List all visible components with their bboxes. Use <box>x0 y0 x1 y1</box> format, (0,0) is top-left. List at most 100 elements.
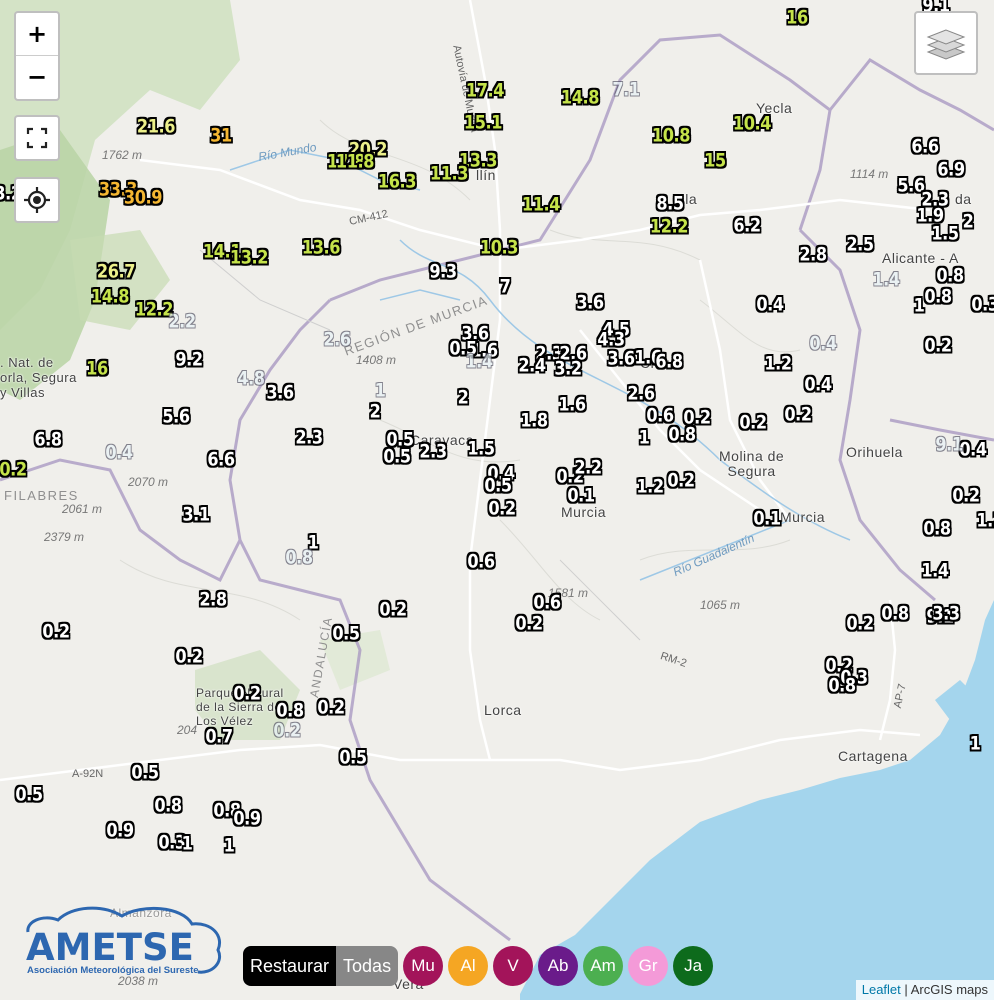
province-gr-button[interactable]: Gr <box>628 946 669 986</box>
zoom-out-button[interactable]: − <box>16 56 58 98</box>
station-value-label[interactable]: 15.1 <box>464 113 503 133</box>
station-value-label[interactable]: 0.8 <box>276 701 304 721</box>
station-value-label[interactable]: 11.4 <box>522 195 561 215</box>
station-value-label[interactable]: 31 <box>210 126 232 146</box>
station-value-label[interactable]: 0.8 <box>923 519 951 539</box>
station-value-label[interactable]: 0.2 <box>784 405 812 425</box>
station-value-label[interactable]: 0.2 <box>924 336 952 356</box>
zoom-in-button[interactable]: + <box>16 13 58 56</box>
station-value-label[interactable]: 10.8 <box>652 126 691 146</box>
station-value-label[interactable]: 2.2 <box>574 458 602 478</box>
station-value-label[interactable]: 2.3 <box>295 428 323 448</box>
province-ja-button[interactable]: Ja <box>673 946 714 986</box>
station-value-label[interactable]: 17.4 <box>466 81 505 101</box>
station-value-label[interactable]: 2 <box>963 212 974 232</box>
station-value-label[interactable]: 0.9 <box>233 809 261 829</box>
station-value-label[interactable]: 1.8 <box>520 411 548 431</box>
station-value-label[interactable]: 0.5 <box>383 447 411 467</box>
station-value-label[interactable]: 0.2 <box>846 614 874 634</box>
station-value-label[interactable]: 16.3 <box>378 172 417 192</box>
station-value-label[interactable]: 14.8 <box>91 287 130 307</box>
station-value-label[interactable]: 2.2 <box>168 312 196 332</box>
restore-button[interactable]: Restaurar <box>243 946 337 986</box>
station-value-label[interactable]: 0.5 <box>339 748 367 768</box>
station-value-label[interactable]: 3.2 <box>554 359 582 379</box>
station-value-label[interactable]: 0.8 <box>936 266 964 286</box>
station-value-label[interactable]: 1.5 <box>467 439 495 459</box>
station-value-label[interactable]: 7 <box>500 277 511 297</box>
station-value-label[interactable]: 0.5 <box>484 476 512 496</box>
station-value-label[interactable]: 0.6 <box>467 552 495 572</box>
station-value-label[interactable]: 21.6 <box>137 117 176 137</box>
station-value-label[interactable]: 1.4 <box>921 561 949 581</box>
station-value-label[interactable]: 0.8 <box>285 548 313 568</box>
station-value-label[interactable]: 0.5 <box>131 763 159 783</box>
station-value-label[interactable]: 2.8 <box>799 245 827 265</box>
station-value-label[interactable]: 15 <box>704 151 726 171</box>
station-value-label[interactable]: 1 <box>639 428 650 448</box>
station-value-label[interactable]: 1 <box>375 381 386 401</box>
station-value-label[interactable]: 0.4 <box>105 443 133 463</box>
station-value-label[interactable]: 0.2 <box>379 600 407 620</box>
station-value-label[interactable]: 3.3 <box>932 604 960 624</box>
station-value-label[interactable]: 3.6 <box>266 383 294 403</box>
station-value-label[interactable]: 0.2 <box>175 647 203 667</box>
station-value-label[interactable]: 7.1 <box>612 80 640 100</box>
station-value-label[interactable]: 16 <box>86 359 108 379</box>
leaflet-link[interactable]: Leaflet <box>862 982 901 997</box>
station-value-label[interactable]: 0.2 <box>273 721 301 741</box>
station-value-label[interactable]: 12.2 <box>650 217 689 237</box>
station-value-label[interactable]: 0.8 <box>154 796 182 816</box>
station-value-label[interactable]: 6.6 <box>207 450 235 470</box>
station-value-label[interactable]: 1 <box>224 836 235 856</box>
station-value-label[interactable]: 0.2 <box>488 499 516 519</box>
station-value-label[interactable]: 0.5 <box>332 624 360 644</box>
station-value-label[interactable]: 11.3 <box>430 164 469 184</box>
station-value-label[interactable]: 30.9 <box>124 188 163 208</box>
station-value-label[interactable]: 0.2 <box>317 698 345 718</box>
station-value-label[interactable]: 6.2 <box>733 216 761 236</box>
station-value-label[interactable]: 1.6 <box>558 395 586 415</box>
province-mu-button[interactable]: Mu <box>403 946 444 986</box>
station-value-label[interactable]: 8.5 <box>656 194 684 214</box>
station-value-label[interactable]: 0.3 <box>971 295 994 315</box>
station-value-label[interactable]: 14.8 <box>561 88 600 108</box>
station-value-label[interactable]: 0.2 <box>667 471 695 491</box>
station-value-label[interactable]: 0.1 <box>753 509 781 529</box>
station-value-label[interactable]: 4.8 <box>237 369 265 389</box>
station-value-label[interactable]: 13.6 <box>302 238 341 258</box>
fullscreen-button[interactable] <box>14 115 60 161</box>
station-value-label[interactable]: 1.2 <box>764 354 792 374</box>
station-value-label[interactable]: 2 <box>370 402 381 422</box>
station-value-label[interactable]: 0.9 <box>106 821 134 841</box>
station-value-label[interactable]: 0.4 <box>804 375 832 395</box>
province-al-button[interactable]: Al <box>448 946 489 986</box>
station-value-label[interactable]: 2.5 <box>846 235 874 255</box>
station-value-label[interactable]: 0.2 <box>515 614 543 634</box>
station-value-label[interactable]: 1 <box>914 296 925 316</box>
province-am-button[interactable]: Am <box>583 946 624 986</box>
station-value-label[interactable]: 2.6 <box>627 384 655 404</box>
station-value-label[interactable]: 6.8 <box>34 430 62 450</box>
station-value-label[interactable]: 1.2 <box>636 477 664 497</box>
station-value-label[interactable]: 6.6 <box>911 137 939 157</box>
station-value-label[interactable]: 2.4 <box>518 356 546 376</box>
station-value-label[interactable]: 0.4 <box>809 334 837 354</box>
station-value-label[interactable]: 0.7 <box>205 727 233 747</box>
locate-button[interactable] <box>14 177 60 223</box>
station-value-label[interactable]: 0.8 <box>668 425 696 445</box>
station-value-label[interactable]: 1.4 <box>872 270 900 290</box>
station-value-label[interactable]: 2.3 <box>419 442 447 462</box>
station-value-label[interactable]: 11.8 <box>336 152 375 172</box>
station-value-label[interactable]: 3.6 <box>576 293 604 313</box>
station-value-label[interactable]: 0.8 <box>881 604 909 624</box>
all-button[interactable]: Todas <box>336 946 399 986</box>
station-value-label[interactable]: 0.2 <box>233 684 261 704</box>
station-value-label[interactable]: 9.2 <box>175 350 203 370</box>
station-value-label[interactable]: 1.4 <box>465 352 493 372</box>
station-value-label[interactable]: 10.3 <box>480 238 519 258</box>
station-value-label[interactable]: 10.4 <box>733 114 772 134</box>
station-value-label[interactable]: 26.7 <box>97 262 136 282</box>
station-value-label[interactable]: 0.4 <box>756 295 784 315</box>
station-value-label[interactable]: 2.8 <box>199 590 227 610</box>
